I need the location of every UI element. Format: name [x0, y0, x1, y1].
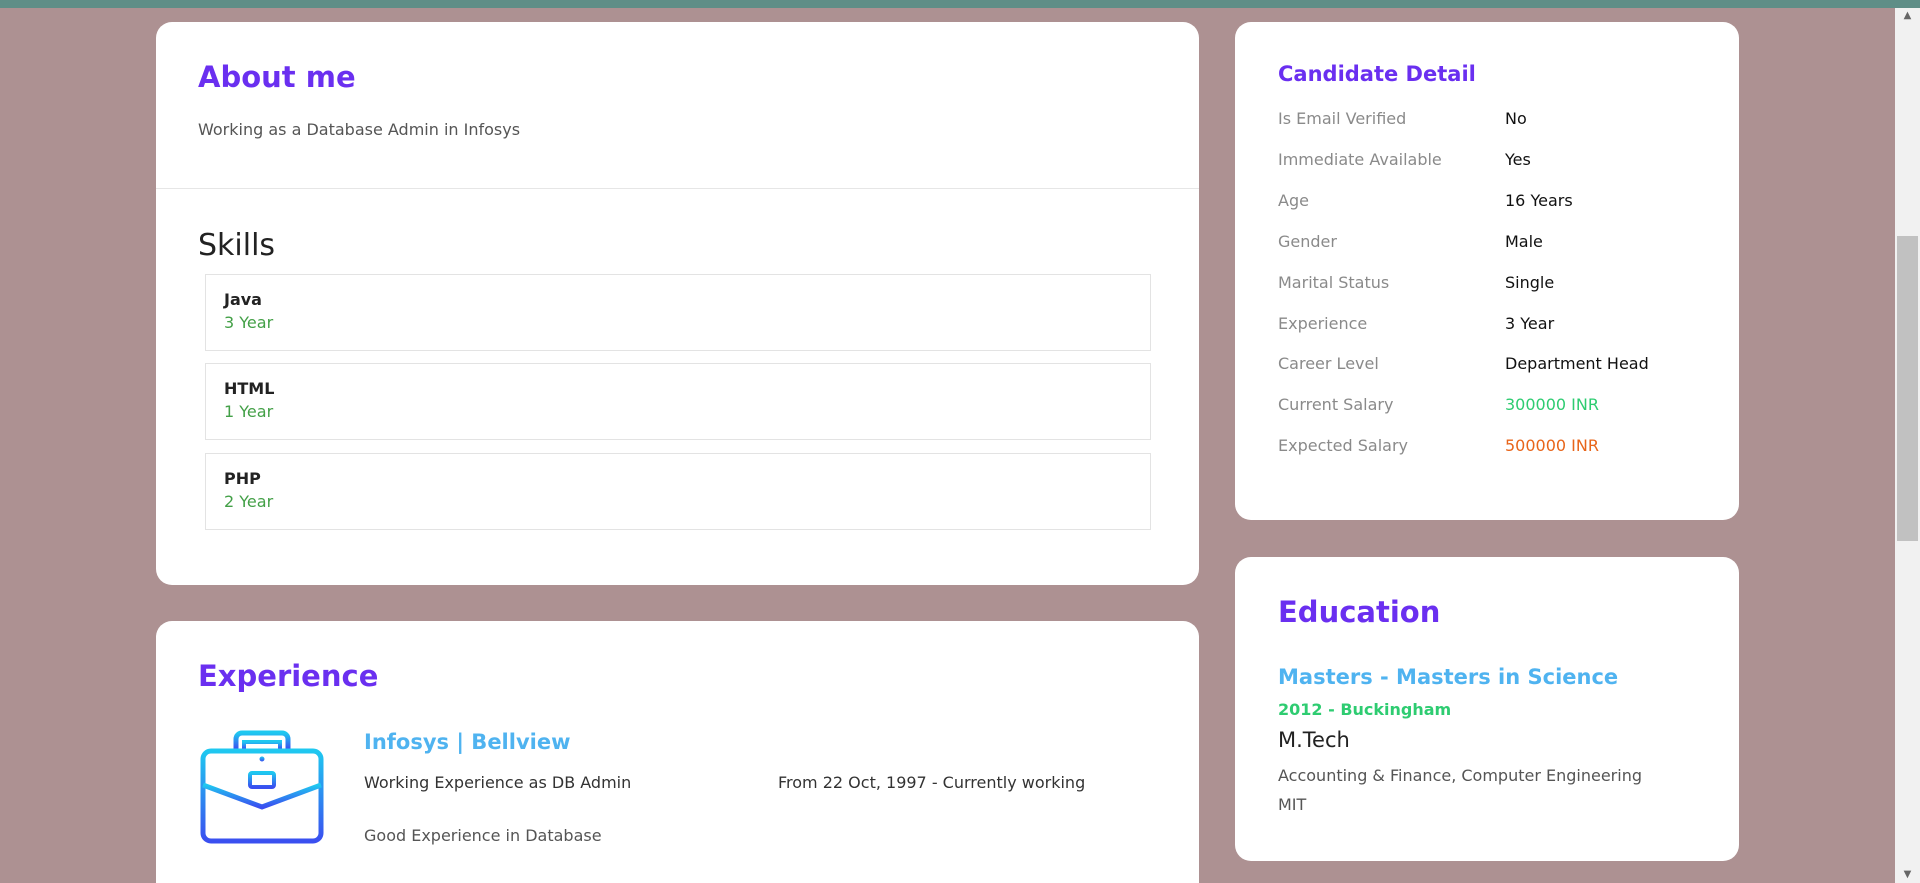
detail-row: Immediate Available Yes [1278, 150, 1698, 172]
skill-name: PHP [224, 469, 261, 488]
detail-value: 16 Years [1505, 191, 1573, 210]
detail-value: Yes [1505, 150, 1531, 169]
detail-row: Gender Male [1278, 232, 1698, 254]
skill-name: Java [224, 290, 262, 309]
scroll-down-arrow-icon[interactable]: ▼ [1895, 867, 1920, 883]
experience-title: Experience [198, 659, 379, 693]
about-text: Working as a Database Admin in Infosys [198, 120, 521, 139]
detail-row: Expected Salary 500000 INR [1278, 436, 1698, 458]
detail-row: Experience 3 Year [1278, 314, 1698, 336]
experience-company: Infosys | Bellview [364, 730, 571, 754]
skill-years: 3 Year [224, 313, 274, 332]
detail-value: No [1505, 109, 1527, 128]
education-fields: Accounting & Finance, Computer Engineeri… [1278, 766, 1642, 785]
education-year-place: 2012 - Buckingham [1278, 700, 1452, 719]
detail-value: 3 Year [1505, 314, 1555, 333]
education-short-degree: M.Tech [1278, 728, 1350, 752]
detail-label: Is Email Verified [1278, 109, 1407, 128]
detail-label: Experience [1278, 314, 1368, 333]
detail-row: Career Level Department Head [1278, 354, 1698, 376]
skill-item: HTML 1 Year [205, 363, 1151, 440]
detail-label: Age [1278, 191, 1309, 210]
scrollbar[interactable]: ▲ ▼ [1895, 8, 1920, 883]
education-school: MIT [1278, 795, 1307, 814]
divider [156, 188, 1199, 189]
briefcase-icon [200, 730, 324, 844]
skill-years: 1 Year [224, 402, 274, 421]
expected-salary-value: 500000 INR [1505, 436, 1599, 455]
detail-label: Current Salary [1278, 395, 1394, 414]
detail-label: Career Level [1278, 354, 1379, 373]
about-title: About me [198, 60, 356, 94]
candidate-detail-card: Candidate Detail Is Email Verified No Im… [1235, 22, 1739, 520]
skill-item: Java 3 Year [205, 274, 1151, 351]
education-card: Education Masters - Masters in Science 2… [1235, 557, 1739, 861]
skill-name: HTML [224, 379, 275, 398]
current-salary-value: 300000 INR [1505, 395, 1599, 414]
skill-years: 2 Year [224, 492, 274, 511]
scrollbar-thumb[interactable] [1897, 236, 1918, 541]
candidate-title: Candidate Detail [1278, 62, 1476, 86]
detail-label: Gender [1278, 232, 1337, 251]
experience-card: Experience Infosys | Bellview Working Ex… [156, 621, 1199, 883]
detail-label: Immediate Available [1278, 150, 1442, 169]
experience-description: Good Experience in Database [364, 826, 602, 845]
experience-role: Working Experience as DB Admin [364, 773, 632, 792]
about-card: About me Working as a Database Admin in … [156, 22, 1199, 585]
education-degree: Masters - Masters in Science [1278, 665, 1619, 689]
detail-row: Is Email Verified No [1278, 109, 1698, 131]
detail-row: Age 16 Years [1278, 191, 1698, 213]
education-title: Education [1278, 595, 1441, 629]
detail-row: Current Salary 300000 INR [1278, 395, 1698, 417]
detail-value: Single [1505, 273, 1555, 292]
detail-value: Department Head [1505, 354, 1649, 373]
top-bar [0, 0, 1920, 8]
skills-title: Skills [198, 228, 276, 263]
scroll-up-arrow-icon[interactable]: ▲ [1895, 8, 1920, 24]
detail-row: Marital Status Single [1278, 273, 1698, 295]
detail-label: Expected Salary [1278, 436, 1408, 455]
detail-value: Male [1505, 232, 1543, 251]
detail-label: Marital Status [1278, 273, 1390, 292]
experience-dates: From 22 Oct, 1997 - Currently working [778, 773, 1086, 792]
skill-item: PHP 2 Year [205, 453, 1151, 530]
